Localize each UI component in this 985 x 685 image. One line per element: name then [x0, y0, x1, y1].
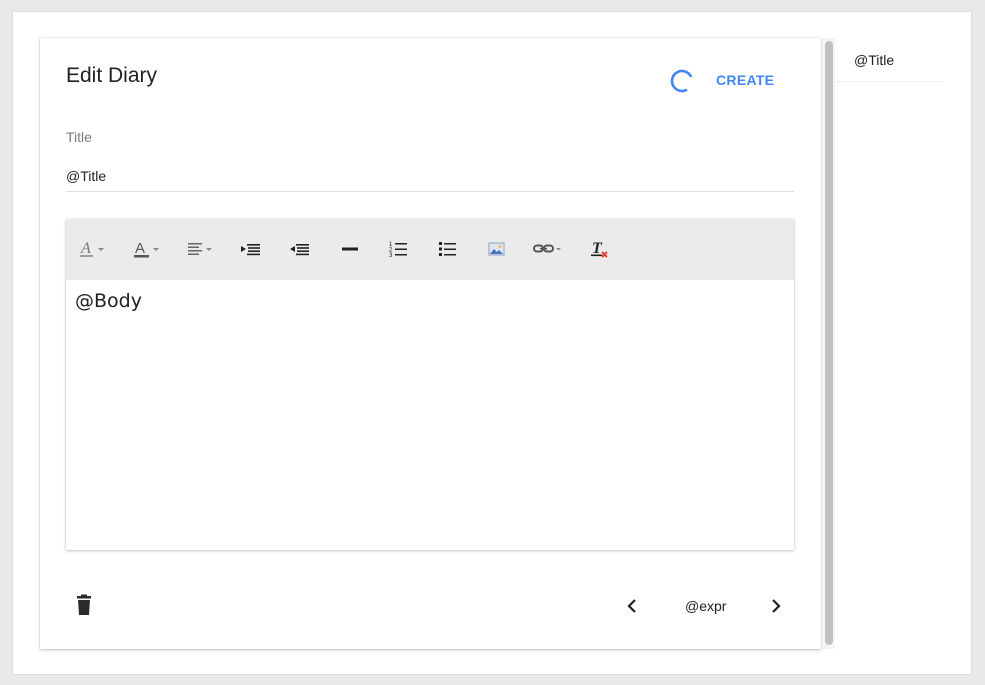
svg-text:A: A: [135, 240, 145, 257]
ordered-list-icon: 1 2 3: [389, 242, 407, 259]
link-button[interactable]: [532, 235, 564, 263]
ordered-list-button[interactable]: 1 2 3: [386, 235, 412, 263]
chevron-right-icon: [772, 599, 781, 613]
align-button[interactable]: [186, 235, 216, 263]
title-input[interactable]: [66, 160, 794, 192]
text-color-icon: A: [134, 240, 159, 258]
clear-format-button[interactable]: T: [587, 235, 613, 263]
next-button[interactable]: [764, 594, 788, 618]
clear-format-icon: T: [591, 240, 608, 258]
delete-button[interactable]: [70, 590, 98, 620]
bullet-list-button[interactable]: [435, 235, 461, 263]
dialog-title: Edit Diary: [66, 64, 158, 87]
outdent-button[interactable]: [287, 235, 313, 263]
pager-text: @expr: [685, 598, 727, 614]
loading-spinner-icon: [670, 69, 694, 93]
side-list-item[interactable]: @Title: [835, 38, 944, 82]
edit-diary-card: Edit Diary CREATE Title A A: [40, 38, 821, 649]
side-list: @Title: [835, 38, 944, 82]
text-color-button[interactable]: A: [132, 235, 162, 263]
chevron-left-icon: [627, 599, 636, 613]
insert-image-button[interactable]: [484, 235, 510, 263]
svg-text:3: 3: [389, 253, 393, 259]
trash-icon: [77, 594, 91, 615]
svg-text:A: A: [80, 240, 91, 257]
link-icon: [533, 244, 561, 253]
page: Edit Diary CREATE Title A A: [13, 12, 971, 674]
editor-body[interactable]: @Body: [66, 280, 794, 322]
editor-toolbar: A A 1 2 3 T: [66, 219, 794, 280]
title-field-label: Title: [66, 129, 92, 145]
indent-icon: [241, 244, 260, 256]
horizontal-rule-icon: [342, 247, 358, 251]
image-icon: [488, 242, 505, 256]
svg-text:T: T: [592, 240, 603, 257]
rich-text-editor: A A 1 2 3 T @Body: [66, 219, 794, 550]
create-button[interactable]: CREATE: [705, 62, 785, 98]
outdent-icon: [290, 244, 309, 256]
horizontal-rule-button[interactable]: [337, 235, 363, 263]
scrollbar-thumb[interactable]: [825, 41, 833, 645]
font-style-button[interactable]: A: [78, 235, 108, 263]
font-style-icon: A: [80, 240, 104, 257]
bullet-list-icon: [439, 242, 456, 256]
indent-button[interactable]: [238, 235, 264, 263]
previous-button[interactable]: [620, 594, 644, 618]
scrollbar[interactable]: [821, 38, 835, 649]
align-icon: [188, 243, 212, 255]
